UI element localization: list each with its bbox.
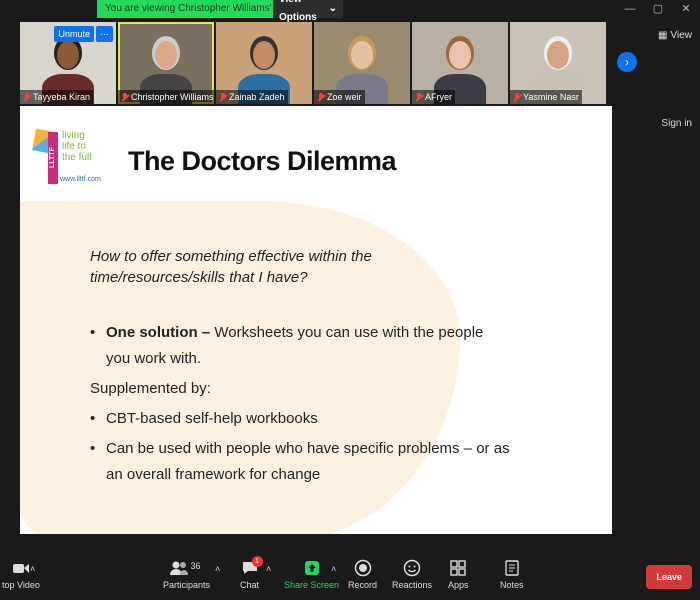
bullet-workbooks: CBT-based self-help workbooks [90,406,510,432]
muted-mic-icon [220,92,226,102]
close-button[interactable]: ✕ [672,0,700,18]
shared-slide: LLTTF living life to the full www.llttf.… [20,106,612,534]
grid-icon: ▦ [658,30,668,41]
video-options-chevron[interactable]: ˄ [30,564,35,574]
participants-label: Participants [163,580,211,590]
notes-icon [503,559,521,577]
view-label: View [670,30,693,41]
chevron-up-icon: ˄ [215,564,221,574]
stop-video-label: top Video [2,580,40,590]
window-controls: — ▢ ✕ [616,0,700,18]
chevron-up-icon: ˄ [266,564,272,574]
participant-name: Christopher Williams [131,92,214,102]
participant-name-tag: Zainab Zadeh [216,90,288,104]
participant-name-tag: Tayyeba Kiran [20,90,94,104]
apps-label: Apps [448,580,469,590]
logo-line-1: living [62,130,85,141]
participants-icon: 36 [169,559,205,577]
sharing-banner: You are viewing Christopher Williams' sc… [97,0,343,23]
chevron-up-icon: ˄ [331,564,337,574]
chat-icon: 1 [241,556,263,577]
share-screen-icon [303,559,321,577]
share-chevron[interactable]: ˄ [331,564,336,574]
bullet-one-solution: One solution – Worksheets you can use wi… [90,320,510,372]
muted-mic-icon [416,92,422,102]
next-page-button[interactable]: › [617,52,637,72]
reactions-button[interactable]: Reactions [392,559,432,590]
maximize-button[interactable]: ▢ [644,0,672,18]
participant-tile[interactable]: AFryer [412,22,508,104]
apps-icon [449,559,467,577]
muted-mic-icon [514,92,520,102]
sharing-message: You are viewing Christopher Williams' sc… [97,0,273,18]
slide-title: The Doctors Dilemma [128,146,397,176]
minimize-button[interactable]: — [616,0,644,18]
logo-tagline: living life to the full [62,130,91,163]
chat-chevron[interactable]: ˄ [266,564,271,574]
participants-chevron[interactable]: ˄ [215,564,220,574]
participant-name: Zainab Zadeh [229,92,285,102]
smiley-icon [403,559,421,577]
reactions-label: Reactions [392,580,433,590]
logo-url: www.llttf.com [60,176,101,183]
chevron-up-icon: ˄ [30,564,36,574]
participant-name: Tayyeba Kiran [33,92,91,102]
muted-mic-icon [318,92,324,102]
slide-content: One solution – Worksheets you can use wi… [90,320,510,488]
participant-tile[interactable]: Yasmine Nasr [510,22,606,104]
notes-button[interactable]: Notes [500,559,524,590]
record-button[interactable]: Record [348,559,377,590]
lltf-logo: LLTTF living life to the full www.llttf.… [32,128,120,190]
sign-in-link[interactable]: Sign in [661,118,692,129]
logo-bar: LLTTF [48,132,58,184]
participant-gallery: Tayyeba Kiran Unmute ··· Christopher Willia… [20,22,610,104]
bullet-framework: Can be used with people who have specifi… [90,436,510,488]
chat-label: Chat [240,580,260,590]
chat-badge: 1 [251,556,263,567]
record-label: Record [348,580,378,590]
view-button[interactable]: ▦ View [658,30,692,41]
logo-line-2: life to [62,141,86,152]
meeting-toolbar: top Video ˄ 36 Participants ˄ 1 Chat ˄ S… [0,556,700,600]
participant-name: AFryer [425,92,452,102]
participants-button[interactable]: 36 Participants [163,559,210,590]
record-icon [354,559,372,577]
view-options-button[interactable]: View Options ⌄ [273,0,343,23]
participant-name-tag: Yasmine Nasr [510,90,582,104]
participant-name: Yasmine Nasr [523,92,579,102]
muted-mic-icon [24,92,30,102]
participant-name-tag: Christopher Williams [118,90,214,104]
participant-tile[interactable]: Tayyeba Kiran Unmute ··· [20,22,116,104]
participant-tile[interactable]: Christopher Williams [118,22,214,104]
chat-button[interactable]: 1 Chat [240,556,263,590]
apps-button[interactable]: Apps [448,559,469,590]
more-options-button[interactable]: ··· [96,26,113,42]
notes-label: Notes [500,580,524,590]
share-screen-label: Share Screen [284,580,340,590]
logo-line-3: the full [62,152,92,163]
participant-name-tag: Zoe weir [314,90,365,104]
participant-tile[interactable]: Zainab Zadeh [216,22,312,104]
muted-mic-icon [122,92,128,102]
participant-name-tag: AFryer [412,90,455,104]
slide-question: How to offer something effective within … [90,248,372,286]
bullet-bold: One solution – [106,324,211,341]
participants-count: 36 [190,561,201,571]
participant-tile[interactable]: Zoe weir [314,22,410,104]
leave-button[interactable]: Leave [646,565,692,589]
participant-name: Zoe weir [327,92,362,102]
chevron-down-icon: ⌄ [328,3,337,14]
unmute-button[interactable]: Unmute [54,26,94,42]
supplemented-label: Supplemented by: [90,380,211,397]
video-camera-icon [12,559,30,577]
